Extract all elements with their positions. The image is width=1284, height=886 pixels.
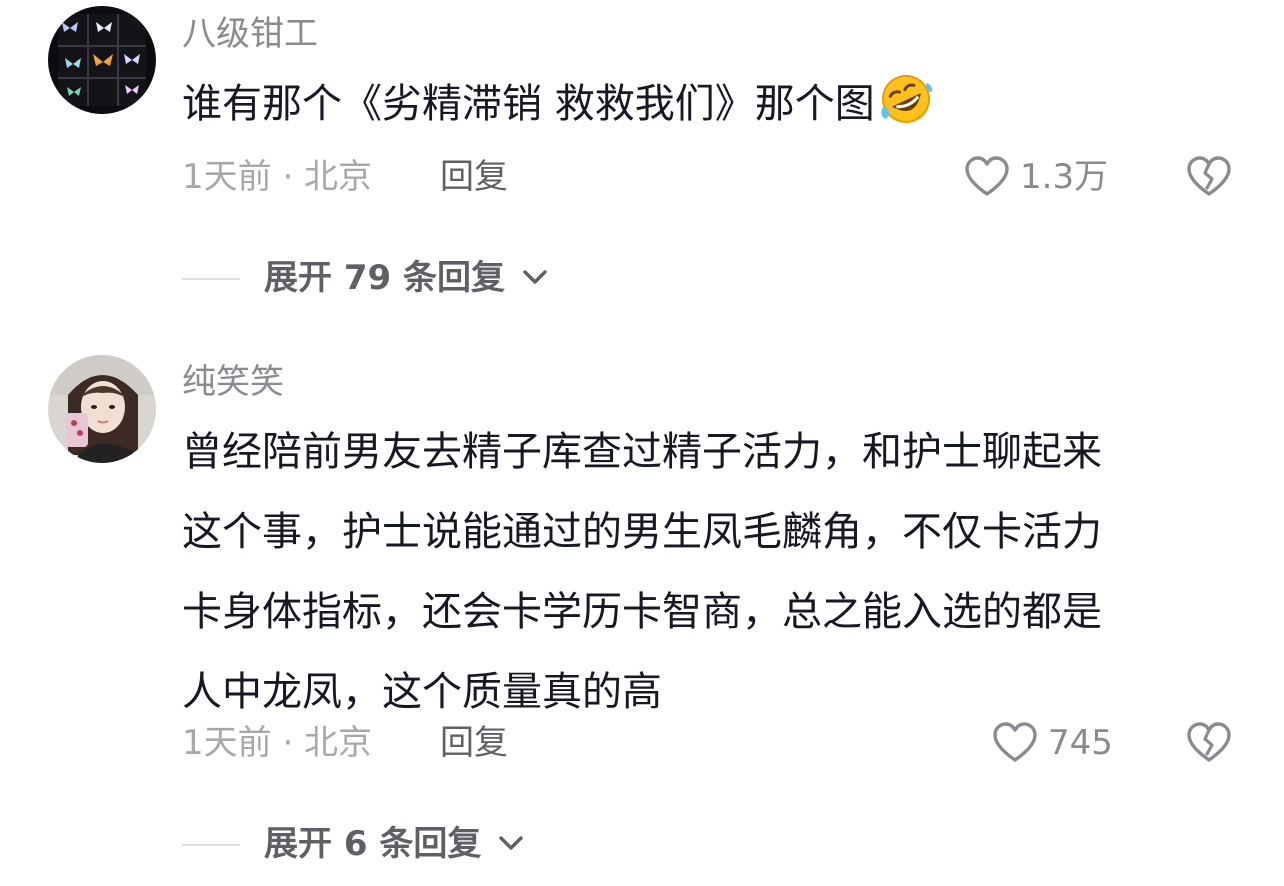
comment-text-body: 谁有那个《劣精滞销 救救我们》那个图 <box>182 81 875 127</box>
heart-outline-icon <box>993 722 1037 762</box>
comment-text: 谁有那个《劣精滞销 救救我们》那个图 <box>182 64 1212 152</box>
reply-button[interactable]: 回复 <box>440 157 508 197</box>
chevron-down-icon <box>499 836 523 850</box>
expand-replies[interactable]: 展开 79 条回复 <box>182 254 562 304</box>
expand-replies-label[interactable]: 展开 6 条回复 <box>264 824 481 864</box>
like-button[interactable]: 745 <box>992 721 1122 767</box>
dislike-button[interactable] <box>1186 721 1232 767</box>
like-button[interactable]: 1.3万 <box>964 155 1114 201</box>
expand-replies[interactable]: 展开 6 条回复 <box>182 820 542 870</box>
expand-divider <box>182 278 240 280</box>
avatar[interactable] <box>48 6 156 114</box>
like-count: 745 <box>1048 723 1113 763</box>
comment-text: 曾经陪前男友去精子库查过精子活力，和护士聊起来 这个事，护士说能通过的男生凤毛麟… <box>182 429 1102 715</box>
username[interactable]: 八级钳工 <box>182 14 318 54</box>
like-count: 1.3万 <box>1020 157 1109 197</box>
heart-outline-icon <box>965 156 1009 196</box>
dislike-button[interactable] <box>1186 155 1232 201</box>
avatar[interactable] <box>48 355 156 463</box>
username[interactable]: 纯笑笑 <box>182 362 284 402</box>
broken-heart-icon <box>1187 156 1231 196</box>
rolling-on-floor-laughing-emoji <box>877 72 935 152</box>
chevron-down-icon <box>523 270 547 284</box>
comment-time-location: 1天前 · 北京 <box>182 157 373 197</box>
expand-divider <box>182 844 240 846</box>
expand-replies-label[interactable]: 展开 79 条回复 <box>264 258 505 298</box>
reply-button[interactable]: 回复 <box>440 723 508 763</box>
comment-time-location: 1天前 · 北京 <box>182 723 373 763</box>
broken-heart-icon <box>1187 722 1231 762</box>
